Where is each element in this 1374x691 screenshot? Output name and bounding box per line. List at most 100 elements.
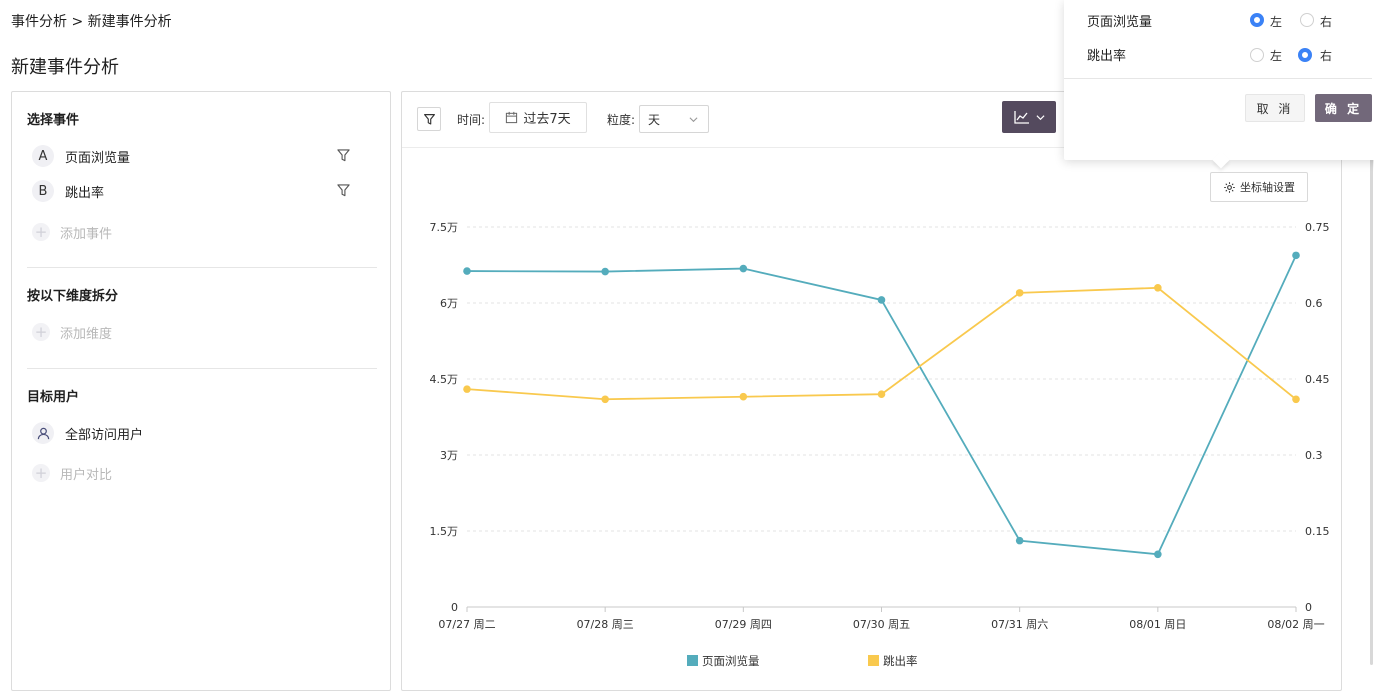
data-point <box>877 296 886 304</box>
radio-right-bounce[interactable] <box>1298 48 1312 62</box>
radio-right-pageviews[interactable] <box>1300 13 1314 27</box>
user-compare-button[interactable]: + 用户对比 <box>32 462 112 484</box>
radio-left-pageviews[interactable] <box>1250 13 1264 27</box>
y-right-tick-label: 0.75 <box>1305 221 1330 234</box>
divider <box>27 368 377 369</box>
time-range-value: 过去7天 <box>523 112 571 127</box>
data-point <box>1015 289 1024 297</box>
legend-swatch <box>687 655 698 666</box>
data-point <box>739 264 748 273</box>
breakdown-title: 按以下维度拆分 <box>27 289 119 304</box>
y-right-tick-label: 0.3 <box>1305 449 1323 462</box>
x-tick-label: 07/29 周四 <box>715 618 772 631</box>
time-label: 时间: <box>457 113 486 127</box>
event-name-a: 页面浏览量 <box>65 150 131 166</box>
add-event-button[interactable]: + 添加事件 <box>32 221 112 243</box>
line-chart: 0 1.5万 3万 4.5万 6万 7.5万 0 0.15 0.3 0.45 0.6 0.75 07… <box>430 221 1330 668</box>
page-title: 新建事件分析 <box>11 57 119 78</box>
y-right-tick-label: 0 <box>1305 601 1312 614</box>
user-compare-label: 用户对比 <box>60 467 113 483</box>
radio-label: 左 <box>1270 49 1283 63</box>
event-badge-b: B <box>32 180 54 202</box>
filter-icon[interactable] <box>336 183 352 199</box>
divider <box>27 267 377 268</box>
confirm-button[interactable]: 确 定 <box>1315 94 1372 122</box>
axis-settings-label: 坐标轴设置 <box>1240 181 1295 194</box>
data-point <box>1015 536 1024 545</box>
plus-icon: + <box>32 223 50 241</box>
event-row-a[interactable]: A 页面浏览量 <box>32 144 352 168</box>
filter-button[interactable] <box>417 107 441 131</box>
plus-icon: + <box>32 323 50 341</box>
data-point <box>1154 550 1162 559</box>
granularity-value: 天 <box>648 112 661 127</box>
radio-label: 左 <box>1270 15 1283 29</box>
axis-row-label: 页面浏览量 <box>1087 14 1153 30</box>
select-events-title: 选择事件 <box>27 113 80 128</box>
legend-label: 页面浏览量 <box>702 654 760 668</box>
scrollbar[interactable] <box>1370 100 1373 665</box>
data-point <box>1292 395 1300 404</box>
axis-row-label: 跳出率 <box>1087 48 1127 64</box>
radio-label: 右 <box>1320 49 1333 63</box>
add-event-label: 添加事件 <box>60 226 113 242</box>
granularity-select[interactable]: 天 <box>639 105 709 133</box>
legend-label: 跳出率 <box>883 654 918 668</box>
chevron-down-icon <box>1035 114 1045 120</box>
y-left-tick-label: 6万 <box>440 297 458 310</box>
x-tick-label: 08/02 周一 <box>1267 618 1324 631</box>
data-point <box>1292 251 1300 260</box>
event-badge-a: A <box>32 145 54 167</box>
config-panel: 选择事件 A 页面浏览量 B 跳出率 + 添加事件 按以下维度拆分 + 添加维度… <box>11 91 391 691</box>
data-point <box>601 267 609 276</box>
radio-left-bounce[interactable] <box>1250 48 1264 62</box>
data-point <box>877 390 886 398</box>
legend-swatch <box>868 655 879 666</box>
data-point <box>1154 284 1162 292</box>
time-range-picker[interactable]: 过去7天 <box>489 102 587 133</box>
event-name-b: 跳出率 <box>65 185 105 201</box>
y-left-tick-label: 1.5万 <box>430 525 459 538</box>
filter-icon[interactable] <box>336 148 352 164</box>
series-line <box>466 286 1297 401</box>
y-left-tick-label: 4.5万 <box>430 373 459 386</box>
axis-row-pageviews: 页面浏览量 <box>1087 10 1357 30</box>
x-tick-label: 08/01 周日 <box>1129 618 1186 631</box>
axis-settings-button[interactable]: 坐标轴设置 <box>1210 172 1308 202</box>
y-left-tick-label: 7.5万 <box>430 221 459 234</box>
y-right-tick-label: 0.15 <box>1305 525 1330 538</box>
target-users-title: 目标用户 <box>27 390 80 405</box>
cancel-button[interactable]: 取 消 <box>1245 94 1305 122</box>
x-tick-label: 07/28 周三 <box>577 618 634 631</box>
add-dimension-label: 添加维度 <box>60 326 113 342</box>
all-users-label: 全部访问用户 <box>65 427 144 443</box>
filter-icon <box>423 113 435 125</box>
breadcrumb[interactable]: 事件分析 > 新建事件分析 <box>11 11 172 31</box>
x-tick-label: 07/30 周五 <box>853 618 910 631</box>
data-point <box>463 385 471 393</box>
y-right-tick-label: 0.6 <box>1305 297 1323 310</box>
plus-icon: + <box>32 464 50 482</box>
event-row-b[interactable]: B 跳出率 <box>32 179 352 203</box>
axis-row-bounce: 跳出率 <box>1087 44 1357 64</box>
add-dimension-button[interactable]: + 添加维度 <box>32 321 112 343</box>
granularity-label: 粒度: <box>607 113 636 127</box>
data-point <box>601 395 609 404</box>
gear-icon <box>1224 181 1235 193</box>
data-point <box>463 267 471 275</box>
chart-type-button[interactable] <box>1002 101 1056 133</box>
y-left-tick-label: 3万 <box>440 449 458 462</box>
axis-settings-popover: 页面浏览量 左 右 跳出率 左 右 取 消 确 定 <box>1064 0 1374 169</box>
y-left-tick-label: 0 <box>451 601 458 614</box>
x-tick-label: 07/27 周二 <box>438 618 495 631</box>
x-tick-label: 07/31 周六 <box>991 618 1048 631</box>
y-right-tick-label: 0.45 <box>1305 373 1330 386</box>
all-users-row[interactable]: 全部访问用户 <box>32 421 352 445</box>
user-icon <box>32 422 54 444</box>
data-point <box>739 392 748 401</box>
calendar-icon <box>506 111 518 124</box>
popover-divider <box>1064 78 1372 79</box>
chevron-down-icon <box>689 117 698 123</box>
line-chart-icon <box>1013 111 1029 124</box>
radio-label: 右 <box>1320 15 1333 29</box>
